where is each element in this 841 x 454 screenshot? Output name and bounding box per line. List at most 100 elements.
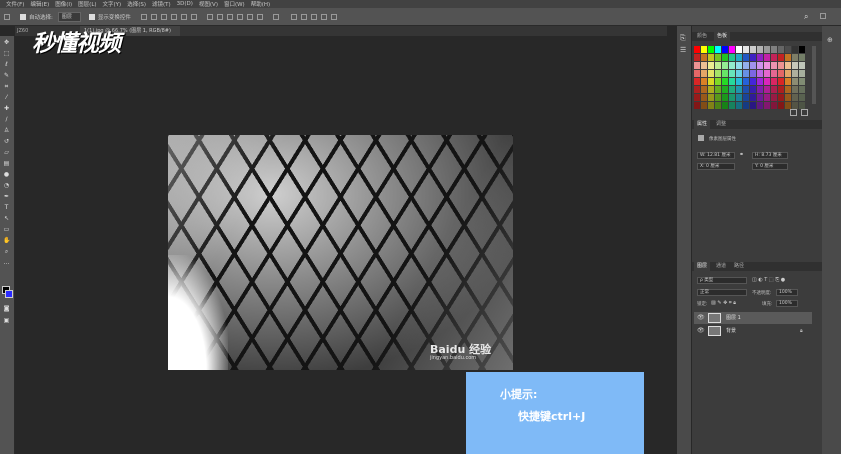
color-swatch[interactable]	[764, 94, 770, 101]
color-swatch[interactable]	[722, 46, 728, 53]
color-swatch[interactable]	[792, 78, 798, 85]
crop-tool-icon[interactable]: ⌗	[3, 84, 10, 90]
color-swatch[interactable]	[757, 78, 763, 85]
menu-layer[interactable]: 图层(L)	[78, 0, 96, 8]
color-swatch[interactable]	[715, 78, 721, 85]
layer-kind-filter[interactable]: ρ 类型	[697, 277, 747, 284]
color-swatch[interactable]	[722, 62, 728, 69]
stamp-tool-icon[interactable]: ♙	[3, 128, 10, 134]
color-swatch[interactable]	[778, 62, 784, 69]
move-tool-icon[interactable]: ✥	[3, 40, 10, 46]
color-swatch[interactable]	[743, 86, 749, 93]
color-swatch[interactable]	[743, 94, 749, 101]
align-right-icon[interactable]	[190, 13, 197, 20]
color-swatch[interactable]	[694, 46, 700, 53]
color-swatch[interactable]	[799, 46, 805, 53]
height-field[interactable]: H: 8.73 厘米	[752, 152, 788, 159]
history-brush-tool-icon[interactable]: ↺	[3, 139, 10, 145]
color-swatch[interactable]	[715, 102, 721, 109]
color-swatch[interactable]	[778, 78, 784, 85]
search-icon[interactable]: ⌕	[804, 12, 808, 22]
visibility-eye-icon[interactable]: 👁︎	[697, 312, 705, 324]
color-swatch[interactable]	[694, 86, 700, 93]
color-swatch[interactable]	[750, 102, 756, 109]
color-swatch[interactable]	[743, 102, 749, 109]
color-swatch[interactable]	[750, 86, 756, 93]
menu-help[interactable]: 帮助(H)	[251, 0, 270, 8]
menu-window[interactable]: 窗口(W)	[224, 0, 245, 8]
color-swatch[interactable]	[736, 70, 742, 77]
align-left-icon[interactable]	[170, 13, 177, 20]
history-panel-icon[interactable]: ⎘	[680, 34, 686, 43]
layer-name[interactable]: 图层 1	[726, 312, 741, 324]
color-swatch[interactable]	[792, 102, 798, 109]
blur-tool-icon[interactable]: ●	[3, 172, 10, 178]
color-swatch[interactable]	[736, 86, 742, 93]
color-swatch[interactable]	[785, 102, 791, 109]
workspace-icon[interactable]	[820, 13, 826, 19]
color-swatch[interactable]	[736, 62, 742, 69]
color-swatch[interactable]	[778, 86, 784, 93]
eyedropper-tool-icon[interactable]: ⁄	[3, 95, 10, 101]
libraries-icon[interactable]: ⊕	[827, 36, 833, 44]
color-swatch[interactable]	[736, 102, 742, 109]
color-swatch[interactable]	[757, 70, 763, 77]
layer-row-2[interactable]: 👁︎ 背景 🔒︎	[694, 325, 812, 337]
color-swatch[interactable]	[750, 54, 756, 61]
color-swatch[interactable]	[715, 86, 721, 93]
color-swatch[interactable]	[757, 54, 763, 61]
color-swatch[interactable]	[715, 62, 721, 69]
color-swatch[interactable]	[785, 94, 791, 101]
show-transform-checkbox[interactable]	[88, 13, 95, 20]
color-swatch[interactable]	[729, 46, 735, 53]
color-swatch[interactable]	[694, 54, 700, 61]
quick-mask-icon[interactable]: ◙	[3, 306, 10, 312]
color-swatch[interactable]	[785, 70, 791, 77]
filter-pixel-icon[interactable]: ◫ ◐ T ⬚ ⎘ ●	[752, 277, 785, 283]
distribute-top-icon[interactable]	[206, 13, 213, 20]
color-swatch[interactable]	[722, 70, 728, 77]
color-swatch[interactable]	[771, 62, 777, 69]
color-swatch[interactable]	[708, 86, 714, 93]
lock-icons[interactable]: ▨ ✎ ✥ ⌗ 🔒︎	[711, 300, 736, 306]
color-swatch[interactable]	[792, 86, 798, 93]
distribute-left-icon[interactable]	[236, 13, 243, 20]
color-swatch[interactable]	[701, 78, 707, 85]
fill-field[interactable]: 100%	[776, 300, 798, 307]
color-swatch[interactable]	[694, 62, 700, 69]
distribute-right-icon[interactable]	[256, 13, 263, 20]
color-swatch[interactable]	[743, 62, 749, 69]
color-swatch[interactable]	[750, 46, 756, 53]
color-swatch[interactable]	[799, 86, 805, 93]
color-swatch[interactable]	[722, 86, 728, 93]
color-swatch[interactable]	[743, 78, 749, 85]
properties-panel-icon[interactable]: ☰	[680, 46, 686, 54]
path-select-tool-icon[interactable]: ↖	[3, 216, 10, 222]
color-swatch[interactable]	[715, 46, 721, 53]
color-swatch[interactable]	[757, 46, 763, 53]
tab-channels[interactable]: 通道	[716, 262, 726, 271]
color-swatch[interactable]	[757, 86, 763, 93]
tab-adjustments[interactable]: 调整	[716, 120, 726, 129]
layer-name[interactable]: 背景	[726, 325, 736, 337]
color-swatch[interactable]	[764, 78, 770, 85]
brush-tool-icon[interactable]: ∕	[3, 117, 10, 123]
color-swatch[interactable]	[799, 102, 805, 109]
new-swatch-icon[interactable]	[790, 109, 797, 116]
move-tool-icon[interactable]	[4, 13, 10, 20]
color-swatch[interactable]	[778, 54, 784, 61]
tab-paths[interactable]: 路径	[734, 262, 744, 271]
distribute-bottom-icon[interactable]	[226, 13, 233, 20]
document-image[interactable]: Baidu 经验 jingyan.baidu.com	[168, 135, 513, 370]
eraser-tool-icon[interactable]: ▱	[3, 150, 10, 156]
3d-rotate-icon[interactable]	[300, 13, 307, 20]
color-swatch[interactable]	[729, 94, 735, 101]
color-swatch[interactable]	[792, 54, 798, 61]
delete-swatch-icon[interactable]	[801, 109, 808, 116]
swatch-grid[interactable]	[694, 46, 808, 109]
color-swatch[interactable]	[792, 94, 798, 101]
color-swatch[interactable]	[708, 102, 714, 109]
auto-select-dropdown[interactable]: 图层	[57, 11, 81, 22]
color-swatch[interactable]	[736, 78, 742, 85]
3d-slide-icon[interactable]	[330, 13, 337, 20]
